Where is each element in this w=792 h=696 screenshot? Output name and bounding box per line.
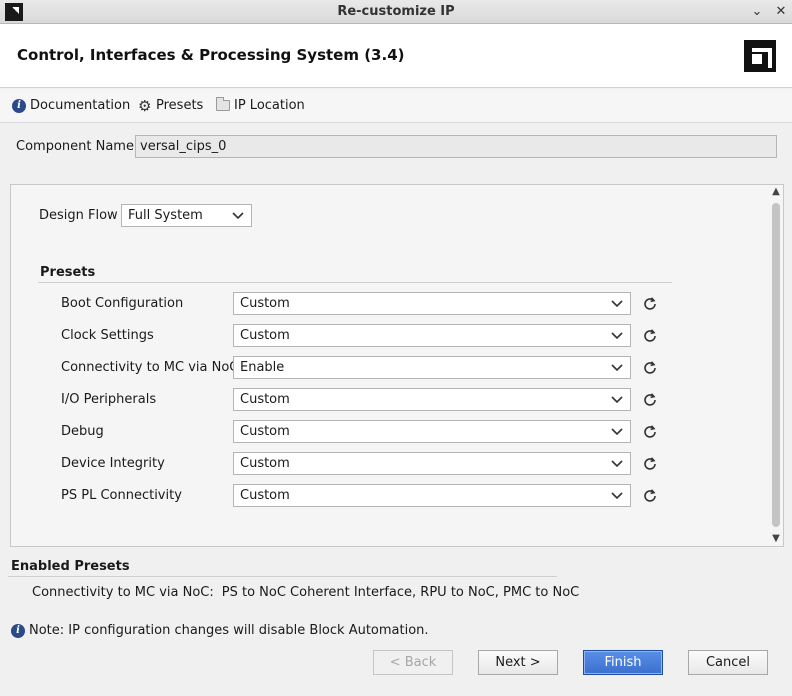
preset-select-boot-configuration[interactable]: Custom xyxy=(233,292,631,315)
window-title: Re-customize IP xyxy=(337,4,455,19)
enabled-preset-key: Connectivity to MC via NoC: xyxy=(32,585,214,600)
preset-select-device-integrity[interactable]: Custom xyxy=(233,452,631,475)
chevron-down-icon xyxy=(610,389,624,410)
preset-label-clock-settings: Clock Settings xyxy=(61,328,154,343)
enabled-presets-divider xyxy=(8,576,557,577)
preset-value: Custom xyxy=(240,488,290,503)
component-name-input[interactable] xyxy=(135,135,777,158)
folder-icon xyxy=(216,97,230,111)
refresh-icon[interactable] xyxy=(642,456,658,472)
chevron-down-icon xyxy=(610,453,624,474)
refresh-icon[interactable] xyxy=(642,360,658,376)
scroll-up-arrow-icon[interactable]: ▲ xyxy=(769,185,783,199)
note-text: Note: IP configuration changes will disa… xyxy=(29,623,429,638)
title-bar: Re-customize IP ⌄ ✕ xyxy=(0,0,792,24)
preset-value: Custom xyxy=(240,392,290,407)
chevron-down-icon xyxy=(610,293,624,314)
presets-heading: Presets xyxy=(40,265,96,280)
scroll-down-arrow-icon[interactable]: ▼ xyxy=(769,532,783,546)
scrollbar-thumb[interactable] xyxy=(772,203,780,527)
enabled-presets-heading: Enabled Presets xyxy=(11,559,130,574)
vertical-scrollbar[interactable]: ▲ ▼ xyxy=(769,185,783,546)
documentation-menu[interactable]: i Documentation xyxy=(12,98,130,113)
presets-divider xyxy=(38,282,672,283)
refresh-icon[interactable] xyxy=(642,392,658,408)
back-button[interactable]: < Back xyxy=(373,650,453,675)
minimize-button[interactable]: ⌄ xyxy=(748,3,766,21)
cancel-button[interactable]: Cancel xyxy=(688,650,768,675)
gear-icon: ⚙ xyxy=(138,96,152,115)
enabled-preset-value: PS to NoC Coherent Interface, RPU to NoC… xyxy=(221,585,580,600)
dialog-header: Control, Interfaces & Processing System … xyxy=(0,24,792,88)
info-icon: i xyxy=(11,623,25,638)
refresh-icon[interactable] xyxy=(642,296,658,312)
block-automation-note: i Note: IP configuration changes will di… xyxy=(11,623,429,638)
preset-value: Custom xyxy=(240,296,290,311)
presets-menu[interactable]: ⚙ Presets xyxy=(138,98,203,113)
ip-location-menu[interactable]: IP Location xyxy=(216,97,305,113)
preset-label-connectivity-mc-noc: Connectivity to MC via NoC xyxy=(61,360,239,375)
chevron-down-icon xyxy=(610,325,624,346)
preset-select-connectivity-mc-noc[interactable]: Enable xyxy=(233,356,631,379)
preset-value: Custom xyxy=(240,328,290,343)
preset-value: Custom xyxy=(240,456,290,471)
preset-select-io-peripherals[interactable]: Custom xyxy=(233,388,631,411)
finish-button[interactable]: Finish xyxy=(583,650,663,675)
refresh-icon[interactable] xyxy=(642,424,658,440)
preset-label-device-integrity: Device Integrity xyxy=(61,456,165,471)
chevron-down-icon xyxy=(610,421,624,442)
toolbar: i Documentation ⚙ Presets IP Location xyxy=(0,89,792,123)
enabled-preset-line: Connectivity to MC via NoC: PS to NoC Coh… xyxy=(32,585,579,600)
preset-select-debug[interactable]: Custom xyxy=(233,420,631,443)
next-button[interactable]: Next > xyxy=(478,650,558,675)
ip-location-label: IP Location xyxy=(234,98,305,113)
preset-value: Enable xyxy=(240,360,285,375)
preset-label-debug: Debug xyxy=(61,424,104,439)
chevron-down-icon xyxy=(610,485,624,506)
chevron-down-icon xyxy=(610,357,624,378)
design-flow-select[interactable]: Full System xyxy=(121,204,252,227)
design-flow-value: Full System xyxy=(128,208,203,223)
refresh-icon[interactable] xyxy=(642,488,658,504)
preset-label-boot-configuration: Boot Configuration xyxy=(61,296,184,311)
component-name-label: Component Name xyxy=(16,139,134,154)
close-button[interactable]: ✕ xyxy=(772,3,790,21)
preset-select-clock-settings[interactable]: Custom xyxy=(233,324,631,347)
preset-label-io-peripherals: I/O Peripherals xyxy=(61,392,157,407)
refresh-icon[interactable] xyxy=(642,328,658,344)
design-flow-label: Design Flow xyxy=(39,208,118,223)
presets-label: Presets xyxy=(156,98,204,113)
ip-title: Control, Interfaces & Processing System … xyxy=(17,46,405,64)
preset-label-ps-pl-connectivity: PS PL Connectivity xyxy=(61,488,182,503)
chevron-down-icon xyxy=(231,205,245,226)
documentation-label: Documentation xyxy=(30,98,131,113)
preset-value: Custom xyxy=(240,424,290,439)
amd-logo-icon xyxy=(744,40,776,72)
info-icon: i xyxy=(12,98,26,113)
preset-select-ps-pl-connectivity[interactable]: Custom xyxy=(233,484,631,507)
